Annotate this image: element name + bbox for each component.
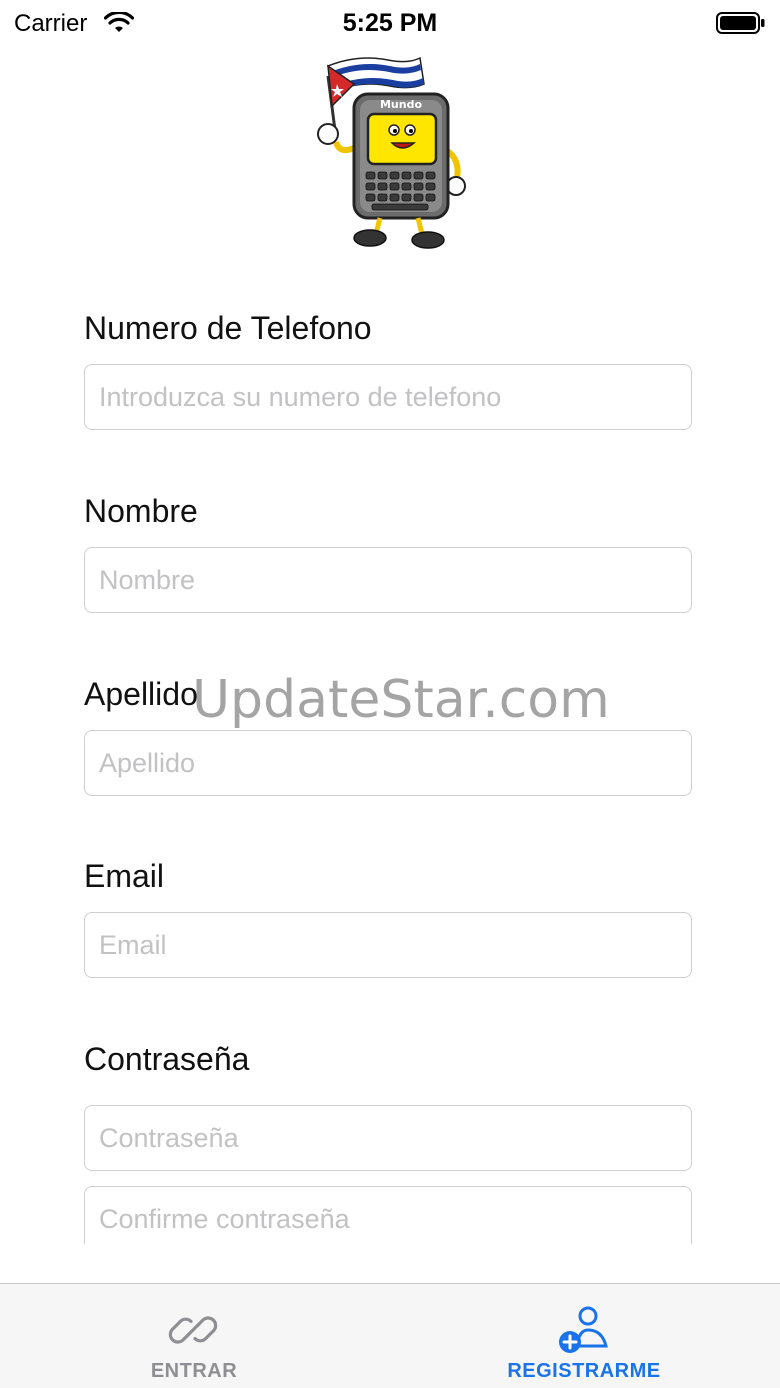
tab-bar: ENTRAR REGISTRARME [0,1283,780,1388]
status-bar: Carrier 5:25 PM [0,0,780,48]
tab-entrar[interactable]: ENTRAR [64,1284,324,1388]
link-icon [168,1316,218,1344]
last-name-input[interactable] [84,730,692,796]
first-name-label: Nombre [84,493,198,529]
last-name-label: Apellido [84,676,198,712]
add-user-icon [559,1306,608,1353]
confirm-password-input[interactable] [84,1186,692,1244]
password-input[interactable] [84,1105,692,1171]
first-name-input[interactable] [84,547,692,613]
password-label: Contraseña [84,1041,250,1077]
email-label: Email [84,858,165,894]
tab-registrarme-label: REGISTRARME [507,1360,661,1382]
status-time: 5:25 PM [342,9,438,37]
battery-icon [716,12,765,34]
tab-registrarme[interactable]: REGISTRARME [454,1284,714,1388]
registration-form[interactable]: Numero de Telefono Nombre Apellido Email… [0,48,780,1244]
phone-input[interactable] [84,364,692,430]
tab-entrar-label: ENTRAR [150,1360,238,1382]
email-input[interactable] [84,912,692,978]
phone-label: Numero de Telefono [84,310,372,346]
